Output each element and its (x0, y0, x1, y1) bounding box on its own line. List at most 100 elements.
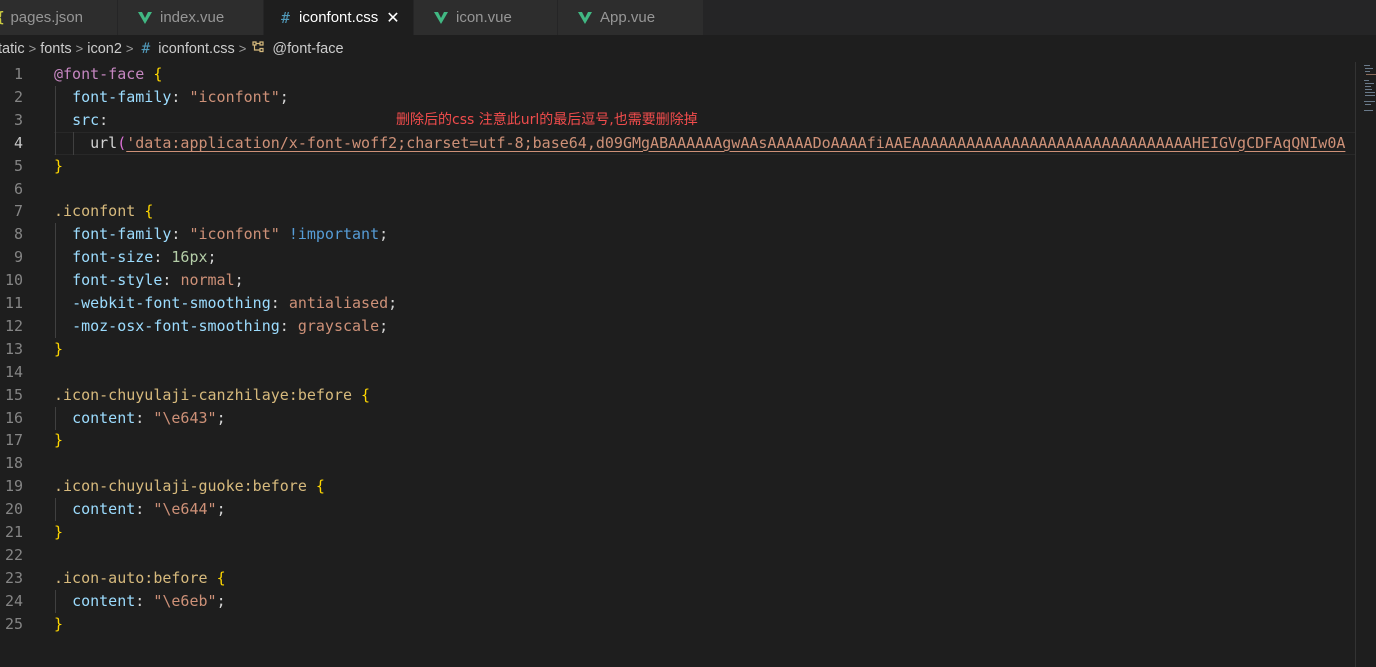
code-token: "iconfont" (189, 87, 280, 106)
line-number: 24 (4, 591, 23, 610)
code-token: font-family (72, 225, 172, 244)
code-text: content: "\e644"; (54, 498, 226, 521)
code-line[interactable]: 25} (0, 613, 1355, 636)
code-token: : (153, 248, 172, 267)
code-text: content: "\e643"; (54, 407, 226, 430)
code-line[interactable]: 8 font-family: "iconfont" !important; (0, 223, 1355, 247)
tab-label: icon.vue (456, 9, 512, 26)
tab-icon-vue[interactable]: icon.vue (414, 0, 558, 35)
code-line[interactable]: 10 font-style: normal; (0, 269, 1355, 293)
breadcrumb: tatic > fonts > icon2 > # iconfont.css >… (0, 35, 1376, 62)
code-token: "\e6eb" (153, 591, 217, 610)
code-line[interactable]: 13} (0, 338, 1355, 361)
line-number: 14 (4, 362, 23, 381)
close-icon[interactable]: ✕ (386, 8, 399, 27)
minimap-line (1366, 74, 1376, 75)
minimap[interactable] (1355, 62, 1376, 667)
code-token: } (54, 339, 64, 358)
code-token: -moz-osx-font-smoothing (72, 316, 280, 335)
code-token: "\e643" (153, 408, 217, 427)
code-line[interactable]: 19 .icon-chuyulaji-guoke:before { (0, 475, 1355, 498)
code-token: ; (379, 225, 389, 244)
code-line[interactable]: 24 content: "\e6eb"; (0, 589, 1355, 613)
code-line[interactable]: 16 content: "\e643"; (0, 406, 1355, 430)
tab-pages-json[interactable]: { pages.json (0, 0, 118, 35)
code-line[interactable]: 18 (0, 452, 1355, 475)
code-token: .icon-chuyulaji-canzhilaye:before (54, 385, 353, 404)
code-token: ; (388, 294, 398, 312)
code-line[interactable]: 5} (0, 155, 1355, 178)
tab-iconfont-css[interactable]: # iconfont.css ✕ (264, 0, 414, 35)
code-editor[interactable]: 1 @font-face {2 font-family: "iconfont"; 3… (0, 62, 1355, 667)
code-line[interactable]: 2 font-family: "iconfont"; (0, 85, 1355, 109)
code-line[interactable]: 4 url('data:application/x-font-woff2;cha… (0, 131, 1355, 155)
code-line[interactable]: 11 -webkit-font-smoothing: antialiased; (0, 292, 1355, 315)
line-number: 3 (13, 110, 23, 129)
code-line[interactable]: 1 @font-face { (0, 63, 1355, 86)
vue-file-icon (434, 12, 448, 24)
code-line[interactable]: 9 font-size: 16px; (0, 246, 1355, 270)
code-token: } (54, 614, 64, 633)
line-number: 7 (13, 202, 23, 221)
breadcrumb-symbol[interactable]: @font-face (272, 41, 343, 57)
code-token: @font-face (54, 65, 145, 83)
tab-label: iconfont.css (299, 9, 379, 26)
minimap-line (1365, 95, 1375, 96)
minimap-line (1365, 89, 1372, 90)
code-line[interactable]: 14 (0, 361, 1355, 384)
vue-file-icon (138, 12, 152, 24)
breadcrumb-file[interactable]: iconfont.css (158, 41, 235, 57)
code-text: font-style: normal; (54, 269, 244, 292)
code-token: src (72, 110, 100, 129)
code-token: font-family (72, 87, 172, 106)
code-line[interactable]: 12 -moz-osx-font-smoothing: grayscale; (0, 314, 1355, 338)
code-line[interactable]: 22 (0, 544, 1355, 567)
minimap-line (1364, 110, 1373, 111)
code-text: } (54, 338, 63, 361)
chevron-right-icon: > (125, 41, 134, 56)
breadcrumb-item[interactable]: fonts (40, 41, 71, 57)
code-token: 16px (171, 248, 208, 267)
code-line[interactable]: 23 .icon-auto:before { (0, 567, 1355, 590)
minimap-line (1365, 71, 1370, 72)
code-text: .iconfont { (54, 200, 153, 223)
code-text: .icon-chuyulaji-guoke:before { (54, 475, 325, 498)
code-token: ( (117, 133, 127, 152)
code-line[interactable]: 6 (0, 178, 1355, 201)
vscode-window: { pages.json index.vue # iconfont.css ✕ … (0, 0, 1376, 667)
minimap-line (1364, 101, 1375, 102)
symbol-structure-svg (252, 41, 264, 53)
code-line[interactable]: 21} (0, 521, 1355, 544)
minimap-line (1364, 80, 1369, 81)
code-token: : (270, 294, 289, 312)
tab-index-vue[interactable]: index.vue (118, 0, 264, 35)
line-number: 15 (4, 385, 23, 404)
minimap-line (1365, 68, 1373, 69)
code-token: } (54, 156, 64, 175)
code-line[interactable]: 7 .iconfont { (0, 200, 1355, 223)
code-line[interactable]: 20 content: "\e644"; (0, 498, 1355, 522)
tab-app-vue[interactable]: App.vue (558, 0, 704, 35)
line-number: 12 (4, 316, 23, 335)
code-line[interactable]: 17} (0, 429, 1355, 452)
code-token: : (279, 316, 298, 335)
breadcrumb-item[interactable]: tatic (0, 41, 25, 57)
code-token: "iconfont" (189, 225, 280, 244)
vue-file-icon (578, 12, 592, 24)
breadcrumb-item[interactable]: icon2 (87, 41, 122, 57)
minimap-line (1365, 86, 1371, 87)
code-line[interactable]: 15 .icon-chuyulaji-canzhilaye:before { (0, 384, 1355, 407)
code-token: } (54, 431, 64, 450)
code-text: @font-face { (54, 63, 162, 86)
